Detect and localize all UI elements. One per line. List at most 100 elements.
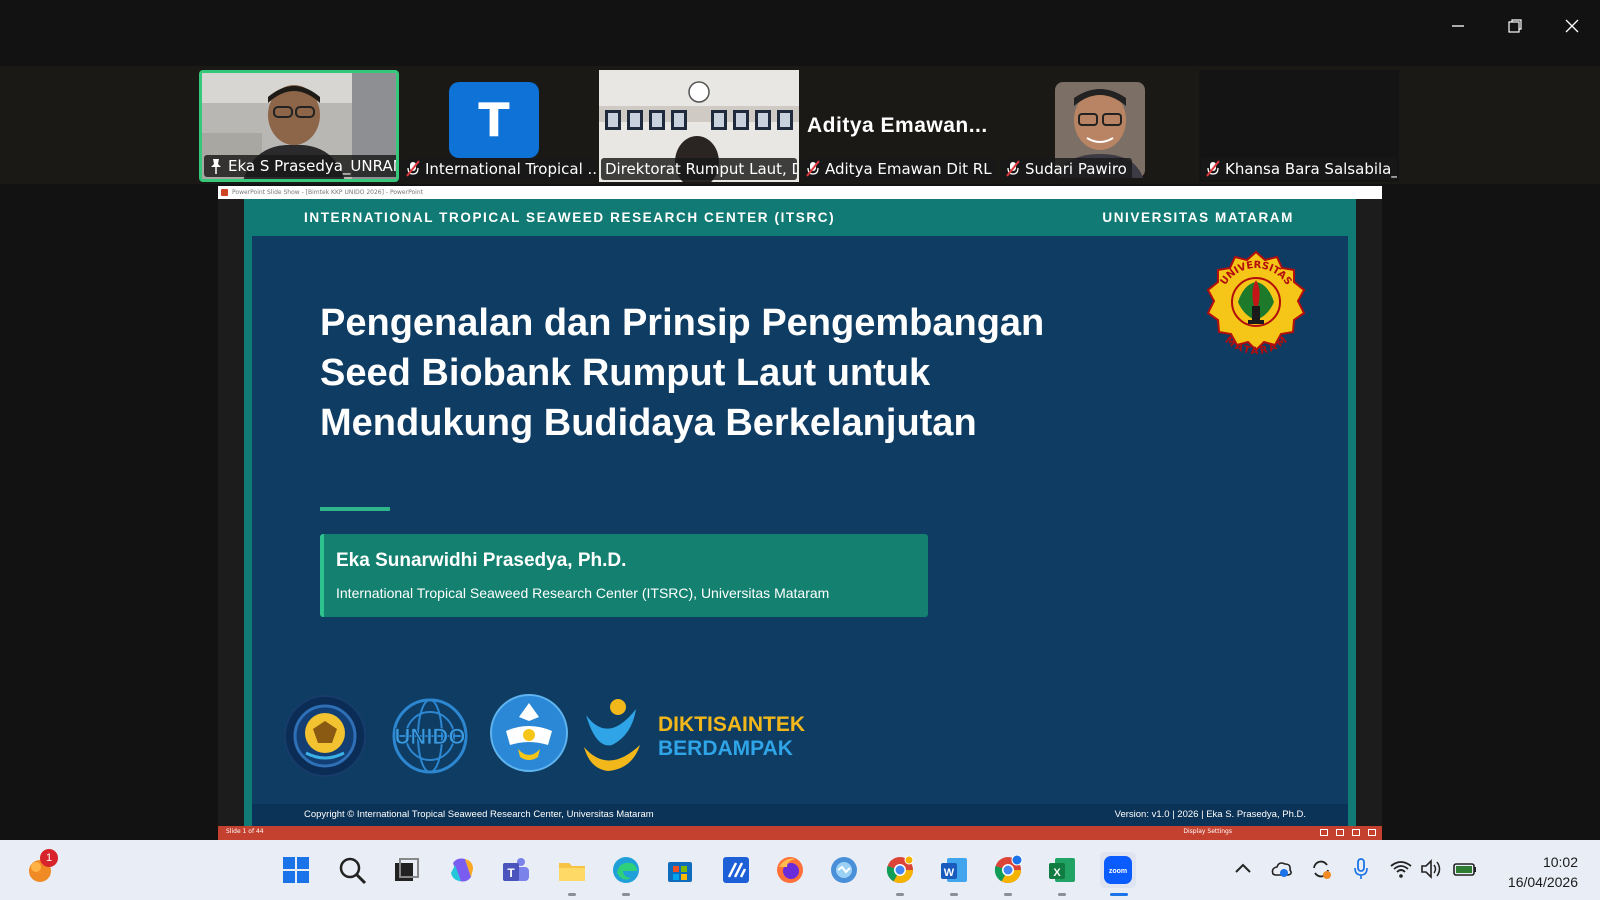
slide-title-line: Seed Biobank Rumput Laut untuk	[320, 352, 931, 394]
search-button[interactable]	[334, 852, 370, 888]
participant-nameplate: Sudari Pawiro	[1001, 158, 1132, 180]
normal-view-icon[interactable]	[1320, 829, 1328, 836]
chrome-icon	[886, 855, 914, 884]
network-app-button[interactable]	[826, 852, 862, 888]
display-settings-button[interactable]: Display Settings	[1183, 828, 1232, 835]
powerpoint-title: PowerPoint Slide Show - [Bimtek KKP UNID…	[232, 189, 423, 196]
notification-badge: 1	[40, 849, 58, 867]
universitas-mataram-logo: UNIVERSITAS MATARAM	[1206, 250, 1306, 357]
start-button[interactable]	[278, 852, 314, 888]
slide-title-line: Mendukung Budidaya Berkelanjutan	[320, 402, 977, 444]
copilot-icon	[451, 858, 473, 882]
participant-tile-itsrc[interactable]: T International Tropical ...	[399, 70, 599, 182]
teams-icon: T	[503, 858, 529, 881]
slide-version: Version: v1.0 | 2026 | Eka S. Prasedya, …	[1114, 809, 1306, 820]
participant-tile-eka[interactable]: Eka S Prasedya_UNRAM	[199, 70, 399, 182]
teams-button[interactable]: T	[498, 852, 534, 888]
clock-date: 16/04/2026	[1507, 874, 1578, 890]
word-icon: W	[941, 858, 967, 882]
reading-view-icon[interactable]	[1352, 829, 1360, 836]
slide-sorter-icon[interactable]	[1336, 829, 1344, 836]
mic-muted-icon	[1006, 160, 1020, 177]
zoom-icon: zoom	[1104, 856, 1132, 884]
participant-nameplate: Direktorat Rumput Laut, D...	[601, 158, 797, 180]
mic-muted-icon	[806, 160, 820, 177]
firefox-button[interactable]	[772, 852, 808, 888]
author-box: Eka Sunarwidhi Prasedya, Ph.D. Internati…	[320, 534, 928, 617]
powerpoint-statusbar: Slide 1 of 44 Display Settings	[218, 826, 1382, 840]
excel-icon: X	[1049, 858, 1075, 882]
firefox-icon	[777, 857, 803, 883]
slideshow-icon[interactable]	[1368, 829, 1376, 836]
copilot-button[interactable]	[444, 852, 480, 888]
chevron-up-icon[interactable]	[1230, 856, 1256, 882]
restore-icon	[1507, 19, 1522, 33]
kkp-logo	[284, 695, 366, 777]
running-indicator	[950, 893, 958, 896]
slide-title-line: Pengenalan dan Prinsip Pengembangan	[320, 302, 1045, 344]
window-controls	[1429, 0, 1600, 52]
mic-muted-icon	[406, 160, 420, 177]
word-button[interactable]: W	[936, 852, 972, 888]
zoom-button[interactable]: zoom	[1100, 852, 1136, 888]
participant-tile-direktorat[interactable]: Direktorat Rumput Laut, D...	[599, 70, 799, 182]
participant-nameplate: Khansa Bara Salsabila_...	[1201, 158, 1397, 180]
slide-copyright: Copyright © International Tropical Seawe…	[304, 809, 654, 820]
powerpoint-titlebar: PowerPoint Slide Show - [Bimtek KKP UNID…	[218, 186, 1382, 199]
pin-icon	[211, 159, 221, 174]
windows-taskbar: 1 T W X zoom 10:02 16/04/2026	[0, 840, 1600, 900]
participant-strip: Eka S Prasedya_UNRAM T International Tro…	[0, 66, 1600, 184]
restore-button[interactable]	[1486, 0, 1543, 52]
shared-screen[interactable]: PowerPoint Slide Show - [Bimtek KKP UNID…	[218, 186, 1382, 840]
slide-header-left: INTERNATIONAL TROPICAL SEAWEED RESEARCH …	[304, 210, 836, 225]
zoom-meeting-window: Eka S Prasedya_UNRAM T International Tro…	[0, 0, 1600, 900]
letterbox-left	[218, 199, 244, 826]
minimize-button[interactable]	[1429, 0, 1486, 52]
chrome-profile-button[interactable]	[990, 852, 1026, 888]
edge-button[interactable]	[608, 852, 644, 888]
participant-name: Khansa Bara Salsabila_...	[1225, 160, 1397, 178]
dikti-line-1: DIKTISAINTEK	[658, 713, 805, 736]
battery-icon[interactable]	[1452, 856, 1478, 882]
microphone-icon[interactable]	[1348, 856, 1374, 882]
running-indicator	[1058, 893, 1066, 896]
svg-text:W: W	[944, 867, 955, 879]
participant-nameplate: International Tropical ...	[401, 158, 597, 180]
participant-name: Aditya Emawan Dit RL	[825, 160, 992, 178]
store-button[interactable]	[662, 852, 698, 888]
onedrive-icon[interactable]	[1268, 856, 1294, 882]
close-button[interactable]	[1543, 0, 1600, 52]
close-icon	[1565, 19, 1578, 33]
slide-footer: Copyright © International Tropical Seawe…	[252, 804, 1348, 826]
unido-logo: UNIDO	[392, 698, 468, 774]
system-clock[interactable]: 10:02 16/04/2026	[1508, 852, 1578, 892]
author-affiliation: International Tropical Seaweed Research …	[336, 585, 830, 601]
diktisaintek-wordmark: DIKTISAINTEK BERDAMPAK	[658, 713, 805, 761]
slide-header-right: UNIVERSITAS MATARAM	[1102, 210, 1294, 225]
view-buttons	[1320, 829, 1376, 836]
svg-text:T: T	[507, 866, 515, 880]
wifi-icon[interactable]	[1388, 856, 1414, 882]
participant-nameplate: Eka S Prasedya_UNRAM	[204, 155, 396, 177]
sync-icon[interactable]	[1308, 856, 1334, 882]
running-indicator	[622, 893, 630, 896]
file-explorer-icon	[559, 863, 585, 881]
task-view-icon	[395, 858, 419, 881]
avatar: T	[449, 82, 539, 158]
running-indicator	[568, 893, 576, 896]
network-app-icon	[831, 857, 857, 883]
zoom-workplace-button[interactable]	[718, 852, 754, 888]
task-view-button[interactable]	[388, 852, 424, 888]
file-explorer-button[interactable]	[554, 852, 590, 888]
zoom-workplace-icon	[723, 857, 749, 883]
excel-button[interactable]: X	[1044, 852, 1080, 888]
participant-tile-khansa[interactable]: Khansa Bara Salsabila_...	[1199, 70, 1399, 182]
slide: INTERNATIONAL TROPICAL SEAWEED RESEARCH …	[244, 199, 1356, 826]
volume-icon[interactable]	[1418, 856, 1444, 882]
participant-tile-aditya[interactable]: Aditya Emawan... Aditya Emawan Dit RL	[799, 70, 999, 182]
mic-muted-icon	[1206, 160, 1220, 177]
start-icon	[283, 857, 309, 883]
minimize-icon	[1451, 25, 1464, 27]
chrome-button[interactable]	[882, 852, 918, 888]
participant-tile-sudari[interactable]: Sudari Pawiro	[999, 70, 1199, 182]
